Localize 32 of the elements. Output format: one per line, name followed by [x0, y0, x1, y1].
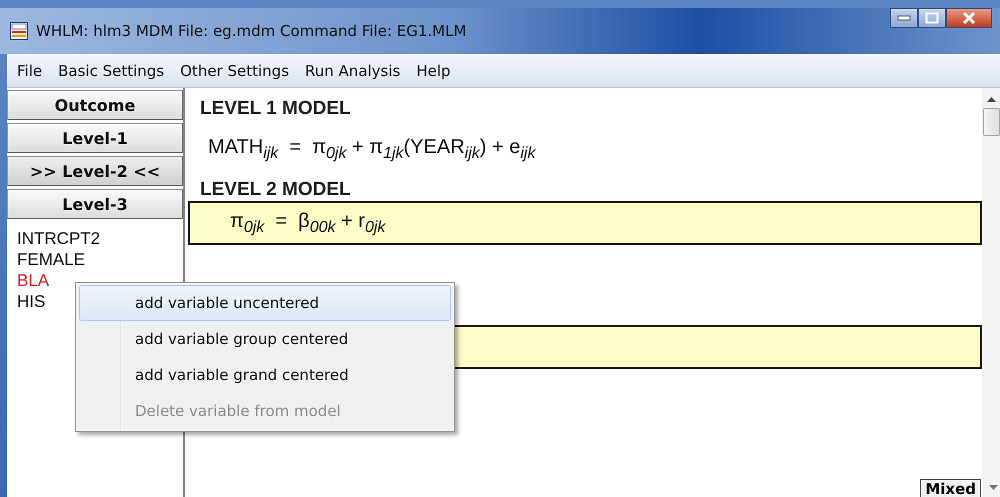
equation-box[interactable]: π$_{0jk}$ = β$_{00k}$ + r$_{0jk}$ — [188, 201, 982, 245]
scrollbar[interactable] — [982, 88, 1000, 497]
scroll-thumb[interactable] — [982, 108, 1000, 136]
equation: MATH$_{ijk}$ = π$_{0jk}$ + π$_{1jk}$(YEAR$_{ijk}$) + e$_{ijk}$ — [208, 136, 536, 163]
mode-dropdown[interactable]: Mixed — [920, 479, 981, 497]
menu-item[interactable]: File — [17, 62, 42, 80]
maximize-icon — [925, 12, 939, 24]
level-tab[interactable]: Outcome — [7, 90, 183, 120]
dropdown-arrow-icon[interactable] — [989, 485, 998, 491]
window-title: WHLM: hlm3 MDM File: eg.mdm Command File: EG1.MLM — [36, 22, 466, 40]
menu-item[interactable]: Basic Settings — [58, 62, 164, 80]
equation: π$_{0jk}$ = β$_{00k}$ + r$_{0jk}$ — [230, 210, 386, 236]
context-menu-item[interactable]: add variable uncentered — [79, 285, 451, 321]
variable-item[interactable]: FEMALE — [17, 249, 173, 270]
context-menu-item[interactable]: add variable grand centered — [79, 357, 451, 393]
variable-item[interactable]: INTRCPT2 — [17, 228, 173, 249]
context-menu-item[interactable]: add variable group centered — [79, 321, 451, 357]
minimize-icon — [897, 15, 911, 21]
close-icon — [962, 12, 976, 24]
minimize-button[interactable] — [890, 8, 918, 28]
menu-item[interactable]: Run Analysis — [305, 62, 400, 80]
section-heading: LEVEL 1 MODEL — [200, 98, 352, 120]
level-tab[interactable]: >> Level-2 << — [7, 156, 183, 186]
app-icon — [10, 22, 28, 40]
scroll-up-icon — [986, 96, 996, 102]
close-button[interactable] — [946, 8, 992, 28]
menu-item[interactable]: Other Settings — [180, 62, 290, 80]
level-tab[interactable]: Level-1 — [7, 123, 183, 153]
section-heading: LEVEL 2 MODEL — [200, 179, 352, 201]
level-tab[interactable]: Level-3 — [7, 189, 183, 219]
menu-item[interactable]: Help — [416, 62, 451, 80]
maximize-button[interactable] — [918, 8, 946, 28]
